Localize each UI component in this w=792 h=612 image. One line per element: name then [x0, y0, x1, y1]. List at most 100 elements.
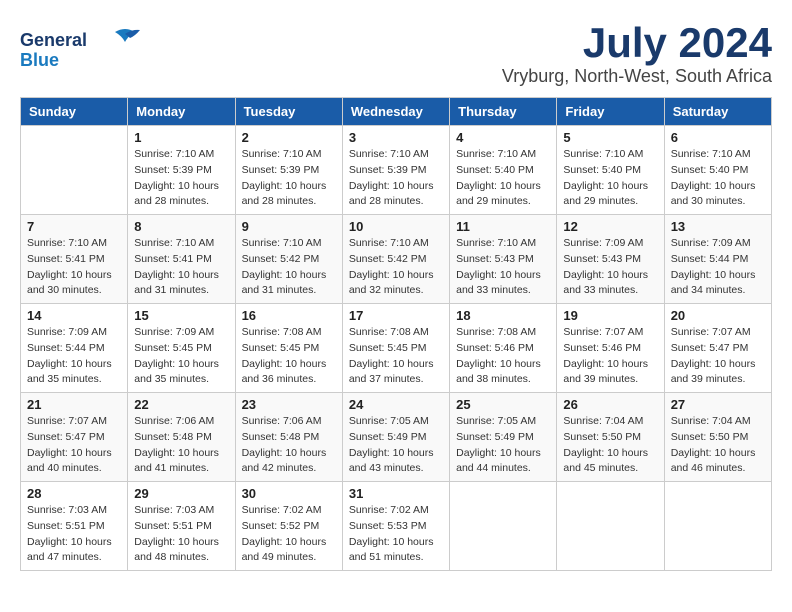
calendar-cell — [557, 482, 664, 571]
weekday-header-thursday: Thursday — [450, 98, 557, 126]
calendar-cell: 21 Sunrise: 7:07 AMSunset: 5:47 PMDayligh… — [21, 393, 128, 482]
calendar-cell: 7 Sunrise: 7:10 AMSunset: 5:41 PMDaylight… — [21, 215, 128, 304]
weekday-header-wednesday: Wednesday — [342, 98, 449, 126]
day-number: 16 — [242, 308, 336, 323]
day-info: Sunrise: 7:04 AMSunset: 5:50 PMDaylight:… — [671, 414, 765, 477]
day-info: Sunrise: 7:06 AMSunset: 5:48 PMDaylight:… — [134, 414, 228, 477]
calendar-cell: 3 Sunrise: 7:10 AMSunset: 5:39 PMDaylight… — [342, 126, 449, 215]
weekday-header-monday: Monday — [128, 98, 235, 126]
calendar-cell: 19 Sunrise: 7:07 AMSunset: 5:46 PMDayligh… — [557, 304, 664, 393]
calendar-cell: 25 Sunrise: 7:05 AMSunset: 5:49 PMDayligh… — [450, 393, 557, 482]
day-info: Sunrise: 7:08 AMSunset: 5:45 PMDaylight:… — [349, 325, 443, 388]
calendar-cell: 29 Sunrise: 7:03 AMSunset: 5:51 PMDayligh… — [128, 482, 235, 571]
day-number: 23 — [242, 397, 336, 412]
calendar-cell: 27 Sunrise: 7:04 AMSunset: 5:50 PMDayligh… — [664, 393, 771, 482]
weekday-header-saturday: Saturday — [664, 98, 771, 126]
day-number: 22 — [134, 397, 228, 412]
calendar-cell: 2 Sunrise: 7:10 AMSunset: 5:39 PMDaylight… — [235, 126, 342, 215]
svg-text:General: General — [20, 30, 87, 50]
day-info: Sunrise: 7:10 AMSunset: 5:40 PMDaylight:… — [456, 147, 550, 210]
calendar-cell: 14Sunrise: 7:09 AMSunset: 5:44 PMDayligh… — [21, 304, 128, 393]
day-number: 8 — [134, 219, 228, 234]
day-number: 9 — [242, 219, 336, 234]
day-number: 12 — [563, 219, 657, 234]
day-number: 29 — [134, 486, 228, 501]
day-number: 13 — [671, 219, 765, 234]
day-number: 21 — [27, 397, 121, 412]
day-info: Sunrise: 7:10 AMSunset: 5:41 PMDaylight:… — [27, 236, 121, 299]
calendar-cell: 23 Sunrise: 7:06 AMSunset: 5:48 PMDayligh… — [235, 393, 342, 482]
calendar-cell: 28 Sunrise: 7:03 AMSunset: 5:51 PMDayligh… — [21, 482, 128, 571]
day-info: Sunrise: 7:09 AMSunset: 5:44 PMDaylight:… — [27, 325, 121, 388]
calendar-cell: 10Sunrise: 7:10 AMSunset: 5:42 PMDayligh… — [342, 215, 449, 304]
day-info: Sunrise: 7:09 AMSunset: 5:43 PMDaylight:… — [563, 236, 657, 299]
day-number: 17 — [349, 308, 443, 323]
day-info: Sunrise: 7:09 AMSunset: 5:45 PMDaylight:… — [134, 325, 228, 388]
calendar-cell: 16 Sunrise: 7:08 AMSunset: 5:45 PMDayligh… — [235, 304, 342, 393]
day-number: 6 — [671, 130, 765, 145]
day-number: 19 — [563, 308, 657, 323]
weekday-header-sunday: Sunday — [21, 98, 128, 126]
calendar-table: SundayMondayTuesdayWednesdayThursdayFrid… — [20, 97, 772, 571]
day-number: 3 — [349, 130, 443, 145]
day-number: 5 — [563, 130, 657, 145]
day-info: Sunrise: 7:07 AMSunset: 5:47 PMDaylight:… — [671, 325, 765, 388]
day-info: Sunrise: 7:10 AMSunset: 5:39 PMDaylight:… — [242, 147, 336, 210]
day-info: Sunrise: 7:06 AMSunset: 5:48 PMDaylight:… — [242, 414, 336, 477]
day-number: 4 — [456, 130, 550, 145]
day-info: Sunrise: 7:08 AMSunset: 5:46 PMDaylight:… — [456, 325, 550, 388]
calendar-cell — [664, 482, 771, 571]
calendar-cell: 30 Sunrise: 7:02 AMSunset: 5:52 PMDayligh… — [235, 482, 342, 571]
calendar-cell: 9 Sunrise: 7:10 AMSunset: 5:42 PMDaylight… — [235, 215, 342, 304]
calendar-cell: 5 Sunrise: 7:10 AMSunset: 5:40 PMDaylight… — [557, 126, 664, 215]
day-number: 18 — [456, 308, 550, 323]
day-number: 24 — [349, 397, 443, 412]
calendar-cell: 24 Sunrise: 7:05 AMSunset: 5:49 PMDayligh… — [342, 393, 449, 482]
calendar-cell: 4 Sunrise: 7:10 AMSunset: 5:40 PMDaylight… — [450, 126, 557, 215]
logo: General Blue — [20, 24, 150, 79]
day-number: 28 — [27, 486, 121, 501]
day-info: Sunrise: 7:02 AMSunset: 5:52 PMDaylight:… — [242, 503, 336, 566]
day-info: Sunrise: 7:10 AMSunset: 5:39 PMDaylight:… — [349, 147, 443, 210]
day-info: Sunrise: 7:10 AMSunset: 5:39 PMDaylight:… — [134, 147, 228, 210]
day-info: Sunrise: 7:07 AMSunset: 5:46 PMDaylight:… — [563, 325, 657, 388]
day-number: 30 — [242, 486, 336, 501]
day-info: Sunrise: 7:10 AMSunset: 5:40 PMDaylight:… — [671, 147, 765, 210]
day-number: 20 — [671, 308, 765, 323]
day-number: 7 — [27, 219, 121, 234]
day-info: Sunrise: 7:04 AMSunset: 5:50 PMDaylight:… — [563, 414, 657, 477]
day-info: Sunrise: 7:10 AMSunset: 5:40 PMDaylight:… — [563, 147, 657, 210]
day-number: 15 — [134, 308, 228, 323]
day-info: Sunrise: 7:03 AMSunset: 5:51 PMDaylight:… — [134, 503, 228, 566]
day-info: Sunrise: 7:10 AMSunset: 5:43 PMDaylight:… — [456, 236, 550, 299]
calendar-cell — [21, 126, 128, 215]
day-number: 1 — [134, 130, 228, 145]
calendar-cell: 13Sunrise: 7:09 AMSunset: 5:44 PMDayligh… — [664, 215, 771, 304]
day-number: 31 — [349, 486, 443, 501]
day-number: 10 — [349, 219, 443, 234]
day-info: Sunrise: 7:08 AMSunset: 5:45 PMDaylight:… — [242, 325, 336, 388]
calendar-cell: 15 Sunrise: 7:09 AMSunset: 5:45 PMDayligh… — [128, 304, 235, 393]
day-info: Sunrise: 7:03 AMSunset: 5:51 PMDaylight:… — [27, 503, 121, 566]
calendar-cell: 31 Sunrise: 7:02 AMSunset: 5:53 PMDayligh… — [342, 482, 449, 571]
calendar-cell: 11 Sunrise: 7:10 AMSunset: 5:43 PMDayligh… — [450, 215, 557, 304]
day-info: Sunrise: 7:07 AMSunset: 5:47 PMDaylight:… — [27, 414, 121, 477]
day-info: Sunrise: 7:02 AMSunset: 5:53 PMDaylight:… — [349, 503, 443, 566]
day-number: 11 — [456, 219, 550, 234]
calendar-cell: 26Sunrise: 7:04 AMSunset: 5:50 PMDayligh… — [557, 393, 664, 482]
weekday-header-friday: Friday — [557, 98, 664, 126]
day-number: 27 — [671, 397, 765, 412]
day-number: 25 — [456, 397, 550, 412]
day-info: Sunrise: 7:10 AMSunset: 5:42 PMDaylight:… — [242, 236, 336, 299]
calendar-cell: 1 Sunrise: 7:10 AMSunset: 5:39 PMDaylight… — [128, 126, 235, 215]
day-info: Sunrise: 7:05 AMSunset: 5:49 PMDaylight:… — [349, 414, 443, 477]
day-info: Sunrise: 7:10 AMSunset: 5:41 PMDaylight:… — [134, 236, 228, 299]
calendar-cell: 22 Sunrise: 7:06 AMSunset: 5:48 PMDayligh… — [128, 393, 235, 482]
calendar-cell: 12 Sunrise: 7:09 AMSunset: 5:43 PMDayligh… — [557, 215, 664, 304]
day-number: 2 — [242, 130, 336, 145]
svg-text:Blue: Blue — [20, 50, 59, 70]
calendar-cell — [450, 482, 557, 571]
weekday-header-tuesday: Tuesday — [235, 98, 342, 126]
calendar-cell: 18 Sunrise: 7:08 AMSunset: 5:46 PMDayligh… — [450, 304, 557, 393]
day-info: Sunrise: 7:05 AMSunset: 5:49 PMDaylight:… — [456, 414, 550, 477]
